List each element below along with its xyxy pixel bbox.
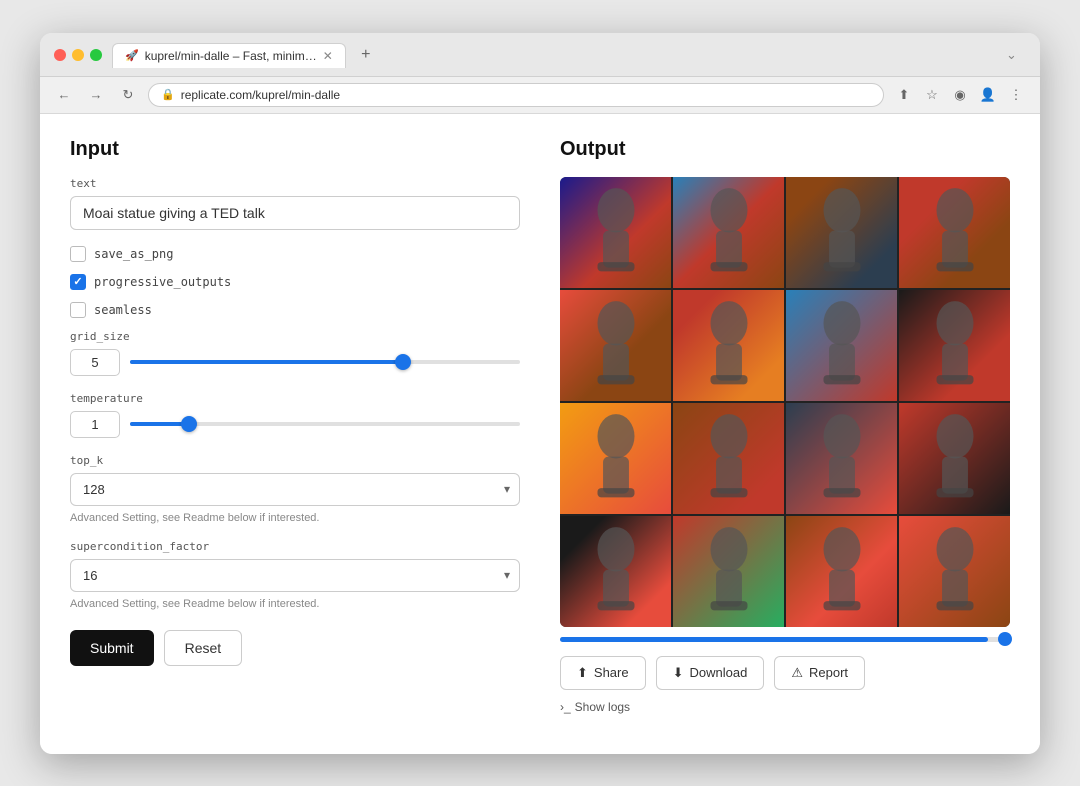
nav-bar: ← → ↻ 🔒 replicate.com/kuprel/min-dalle ⬆… xyxy=(40,77,1040,114)
tab-title: kuprel/min-dalle – Fast, minim… xyxy=(145,49,317,63)
grid-size-track[interactable] xyxy=(130,360,520,364)
progressive-outputs-label: progressive_outputs xyxy=(94,275,231,289)
supercondition-advanced-note: Advanced Setting, see Readme below if in… xyxy=(70,598,520,610)
minimize-window-button[interactable] xyxy=(72,49,84,61)
grid-size-row xyxy=(70,349,520,376)
supercondition-select[interactable]: 8 16 32 xyxy=(70,559,520,592)
report-icon: ⚠ xyxy=(791,665,803,681)
traffic-lights xyxy=(54,49,102,61)
grid-cell-4 xyxy=(899,177,1010,288)
output-panel: Output xyxy=(560,138,1010,730)
grid-cell-9 xyxy=(560,403,671,514)
grid-size-fill xyxy=(130,360,403,364)
forward-button[interactable]: → xyxy=(84,83,108,107)
output-slider-fill xyxy=(560,637,988,642)
upload-button[interactable]: ⬆ xyxy=(892,83,916,107)
profile-button[interactable]: 👤 xyxy=(976,83,1000,107)
save-as-png-row: save_as_png xyxy=(70,246,520,262)
top-k-label: top_k xyxy=(70,454,520,467)
output-slider-track[interactable] xyxy=(560,637,1010,642)
bookmark-button[interactable]: ☆ xyxy=(920,83,944,107)
top-k-advanced-note: Advanced Setting, see Readme below if in… xyxy=(70,512,520,524)
temperature-row xyxy=(70,411,520,438)
top-k-select[interactable]: 64 128 256 512 xyxy=(70,473,520,506)
input-panel: Input text save_as_png progressive_outpu… xyxy=(70,138,520,730)
progressive-outputs-row: progressive_outputs xyxy=(70,274,520,290)
tab-close-button[interactable]: ✕ xyxy=(323,49,333,63)
nav-actions: ⬆ ☆ ◉ 👤 ⋮ xyxy=(892,83,1028,107)
seamless-row: seamless xyxy=(70,302,520,318)
tab-bar: 🚀 kuprel/min-dalle – Fast, minim… ✕ + xyxy=(112,43,996,68)
grid-cell-13 xyxy=(560,516,671,627)
lock-icon: 🔒 xyxy=(161,88,175,101)
temperature-section: temperature xyxy=(70,392,520,438)
maximize-window-button[interactable] xyxy=(90,49,102,61)
seamless-checkbox[interactable] xyxy=(70,302,86,318)
output-slider-row xyxy=(560,637,1010,642)
show-logs-button[interactable]: ›_ Show logs xyxy=(560,700,1010,714)
output-title: Output xyxy=(560,138,1010,161)
download-button[interactable]: ⬇ Download xyxy=(656,656,765,690)
close-window-button[interactable] xyxy=(54,49,66,61)
grid-cell-5 xyxy=(560,290,671,401)
back-button[interactable]: ← xyxy=(52,83,76,107)
temperature-label: temperature xyxy=(70,392,520,405)
url-text: replicate.com/kuprel/min-dalle xyxy=(181,88,340,102)
tab-favicon: 🚀 xyxy=(125,49,139,62)
refresh-button[interactable]: ↻ xyxy=(116,83,140,107)
new-tab-button[interactable]: + xyxy=(354,43,378,67)
text-input[interactable] xyxy=(70,196,520,230)
window-menu-chevron[interactable]: ⌄ xyxy=(1006,47,1026,63)
grid-cell-8 xyxy=(899,290,1010,401)
grid-cell-7 xyxy=(786,290,897,401)
grid-cell-14 xyxy=(673,516,784,627)
title-bar: 🚀 kuprel/min-dalle – Fast, minim… ✕ + ⌄ xyxy=(40,33,1040,77)
show-logs-icon: ›_ xyxy=(560,700,571,714)
grid-size-thumb[interactable] xyxy=(395,354,411,370)
address-bar[interactable]: 🔒 replicate.com/kuprel/min-dalle xyxy=(148,83,884,107)
grid-cell-6 xyxy=(673,290,784,401)
grid-cell-16 xyxy=(899,516,1010,627)
extensions-button[interactable]: ◉ xyxy=(948,83,972,107)
grid-cell-11 xyxy=(786,403,897,514)
supercondition-label: supercondition_factor xyxy=(70,540,520,553)
supercondition-wrapper: 8 16 32 ▾ xyxy=(70,559,520,592)
download-icon: ⬇ xyxy=(673,665,684,681)
grid-size-label: grid_size xyxy=(70,330,520,343)
progressive-outputs-checkbox[interactable] xyxy=(70,274,86,290)
temperature-thumb[interactable] xyxy=(181,416,197,432)
grid-cell-12 xyxy=(899,403,1010,514)
grid-size-section: grid_size xyxy=(70,330,520,376)
page-content: Input text save_as_png progressive_outpu… xyxy=(40,114,1040,754)
text-label: text xyxy=(70,177,520,190)
share-icon: ⬆ xyxy=(577,665,588,681)
report-label: Report xyxy=(809,665,848,680)
save-as-png-checkbox[interactable] xyxy=(70,246,86,262)
button-row: Submit Reset xyxy=(70,630,520,666)
menu-button[interactable]: ⋮ xyxy=(1004,83,1028,107)
action-buttons: ⬆ Share ⬇ Download ⚠ Report xyxy=(560,656,1010,690)
top-k-wrapper: 64 128 256 512 ▾ xyxy=(70,473,520,506)
grid-cell-10 xyxy=(673,403,784,514)
temperature-value[interactable] xyxy=(70,411,120,438)
temperature-track[interactable] xyxy=(130,422,520,426)
show-logs-label: Show logs xyxy=(575,700,630,714)
active-tab[interactable]: 🚀 kuprel/min-dalle – Fast, minim… ✕ xyxy=(112,43,346,68)
output-slider-thumb[interactable] xyxy=(998,632,1012,646)
grid-size-value[interactable] xyxy=(70,349,120,376)
share-label: Share xyxy=(594,665,629,680)
input-title: Input xyxy=(70,138,520,161)
share-button[interactable]: ⬆ Share xyxy=(560,656,646,690)
grid-cell-1 xyxy=(560,177,671,288)
submit-button[interactable]: Submit xyxy=(70,630,154,666)
download-label: Download xyxy=(690,665,748,680)
grid-cell-2 xyxy=(673,177,784,288)
output-image-grid xyxy=(560,177,1010,627)
grid-cell-15 xyxy=(786,516,897,627)
reset-button[interactable]: Reset xyxy=(164,630,243,666)
grid-cell-3 xyxy=(786,177,897,288)
save-as-png-label: save_as_png xyxy=(94,247,173,261)
seamless-label: seamless xyxy=(94,303,152,317)
report-button[interactable]: ⚠ Report xyxy=(774,656,865,690)
